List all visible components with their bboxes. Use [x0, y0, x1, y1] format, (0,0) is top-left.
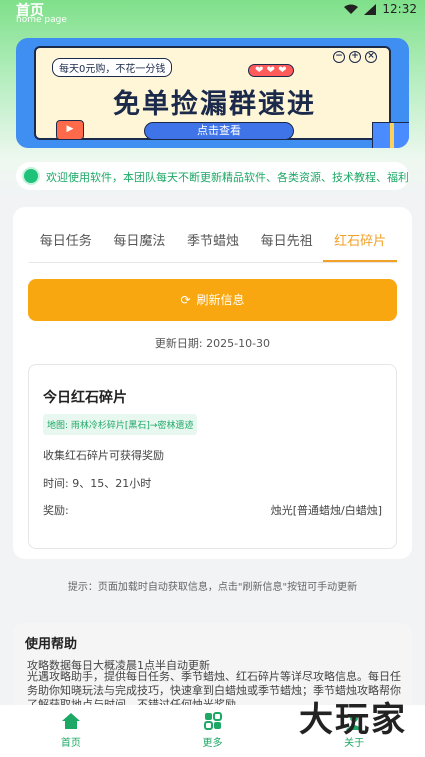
banner-frame: − + × 每天0元购，不花一分钱 ❤ ❤ ❤ 免单捡漏群速进 ▶ 点击查看 — [34, 46, 409, 148]
wifi-icon — [344, 4, 359, 14]
shards-title: 今日红石碎片 — [43, 390, 127, 406]
refresh-icon: ⟳ — [180, 293, 191, 307]
shards-card: 今日红石碎片 地图: 雨林冷杉碎片[黑石]→密林遗迹 收集红石碎片可获得奖励 时… — [28, 364, 397, 549]
play-icon: ▶ — [56, 120, 84, 140]
reward-label: 奖励: — [43, 504, 69, 517]
tab-season-candles[interactable]: 季节蜡烛 — [176, 225, 250, 262]
heart-icon: ❤ ❤ ❤ — [248, 64, 294, 77]
tabbar-home[interactable]: 首页 — [0, 705, 142, 757]
tab-daily-spirit[interactable]: 每日先祖 — [250, 225, 324, 262]
tabbar-more-label: 更多 — [202, 738, 223, 749]
refresh-button[interactable]: ⟳ 刷新信息 — [28, 279, 397, 321]
reward-value: 烛光[普通蜡烛/白蜡烛] — [270, 504, 382, 517]
map-tag: 地图: 雨林冷杉碎片[黑石]→密林遗迹 — [43, 414, 198, 435]
promo-banner[interactable]: − + × 每天0元购，不花一分钱 ❤ ❤ ❤ 免单捡漏群速进 ▶ 点击查看 — [16, 38, 409, 148]
banner-view-button[interactable]: 点击查看 — [144, 122, 294, 140]
tip-text: 提示：页面加载时自动获取信息，点击"刷新信息"按钮可手动更新 — [67, 582, 358, 593]
home-icon — [61, 713, 80, 729]
tab-daily-tasks[interactable]: 每日任务 — [29, 225, 103, 262]
banner-window-controls: − + × — [333, 51, 377, 63]
watermark-logo: 大玩家 — [299, 700, 407, 740]
notice-marquee: 欢迎使用软件，本团队每天不断更新精品软件、各类资源、技术教程、福利活动、电影 — [16, 162, 409, 190]
refresh-label: 刷新信息 — [196, 293, 245, 307]
page-subtitle: home page — [16, 15, 67, 25]
tab-red-shards[interactable]: 红石碎片 — [323, 225, 397, 262]
shards-desc: 收集红石碎片可获得奖励 — [43, 449, 164, 462]
tab-daily-magic[interactable]: 每日魔法 — [103, 225, 177, 262]
shards-time: 时间: 9、15、21小时 — [43, 477, 152, 490]
close-icon: × — [365, 51, 377, 63]
status-icons: 12:32 — [344, 2, 417, 16]
gift-icon — [372, 122, 409, 148]
tabbar-home-label: 首页 — [60, 738, 81, 749]
notice-dot-icon — [24, 169, 38, 183]
plus-icon: + — [349, 51, 361, 63]
tab-bar: 每日任务 每日魔法 季节蜡烛 每日先祖 红石碎片 — [29, 225, 397, 263]
more-icon — [203, 712, 222, 730]
status-time: 12:32 — [382, 2, 417, 16]
banner-title: 免单捡漏群速进 — [113, 89, 316, 120]
minus-icon: − — [333, 51, 345, 63]
update-date: 更新日期: 2025-10-30 — [154, 337, 271, 350]
help-title: 使用帮助 — [25, 637, 78, 652]
tabbar-more[interactable]: 更多 — [142, 705, 284, 757]
signal-icon — [364, 3, 377, 15]
notice-text: 欢迎使用软件，本团队每天不断更新精品软件、各类资源、技术教程、福利活动、电影 — [46, 171, 409, 184]
info-card: 每日任务 每日魔法 季节蜡烛 每日先祖 红石碎片 ⟳ 刷新信息 更新日期: 202… — [13, 207, 412, 559]
banner-tag: 每天0元购，不花一分钱 — [52, 58, 173, 77]
